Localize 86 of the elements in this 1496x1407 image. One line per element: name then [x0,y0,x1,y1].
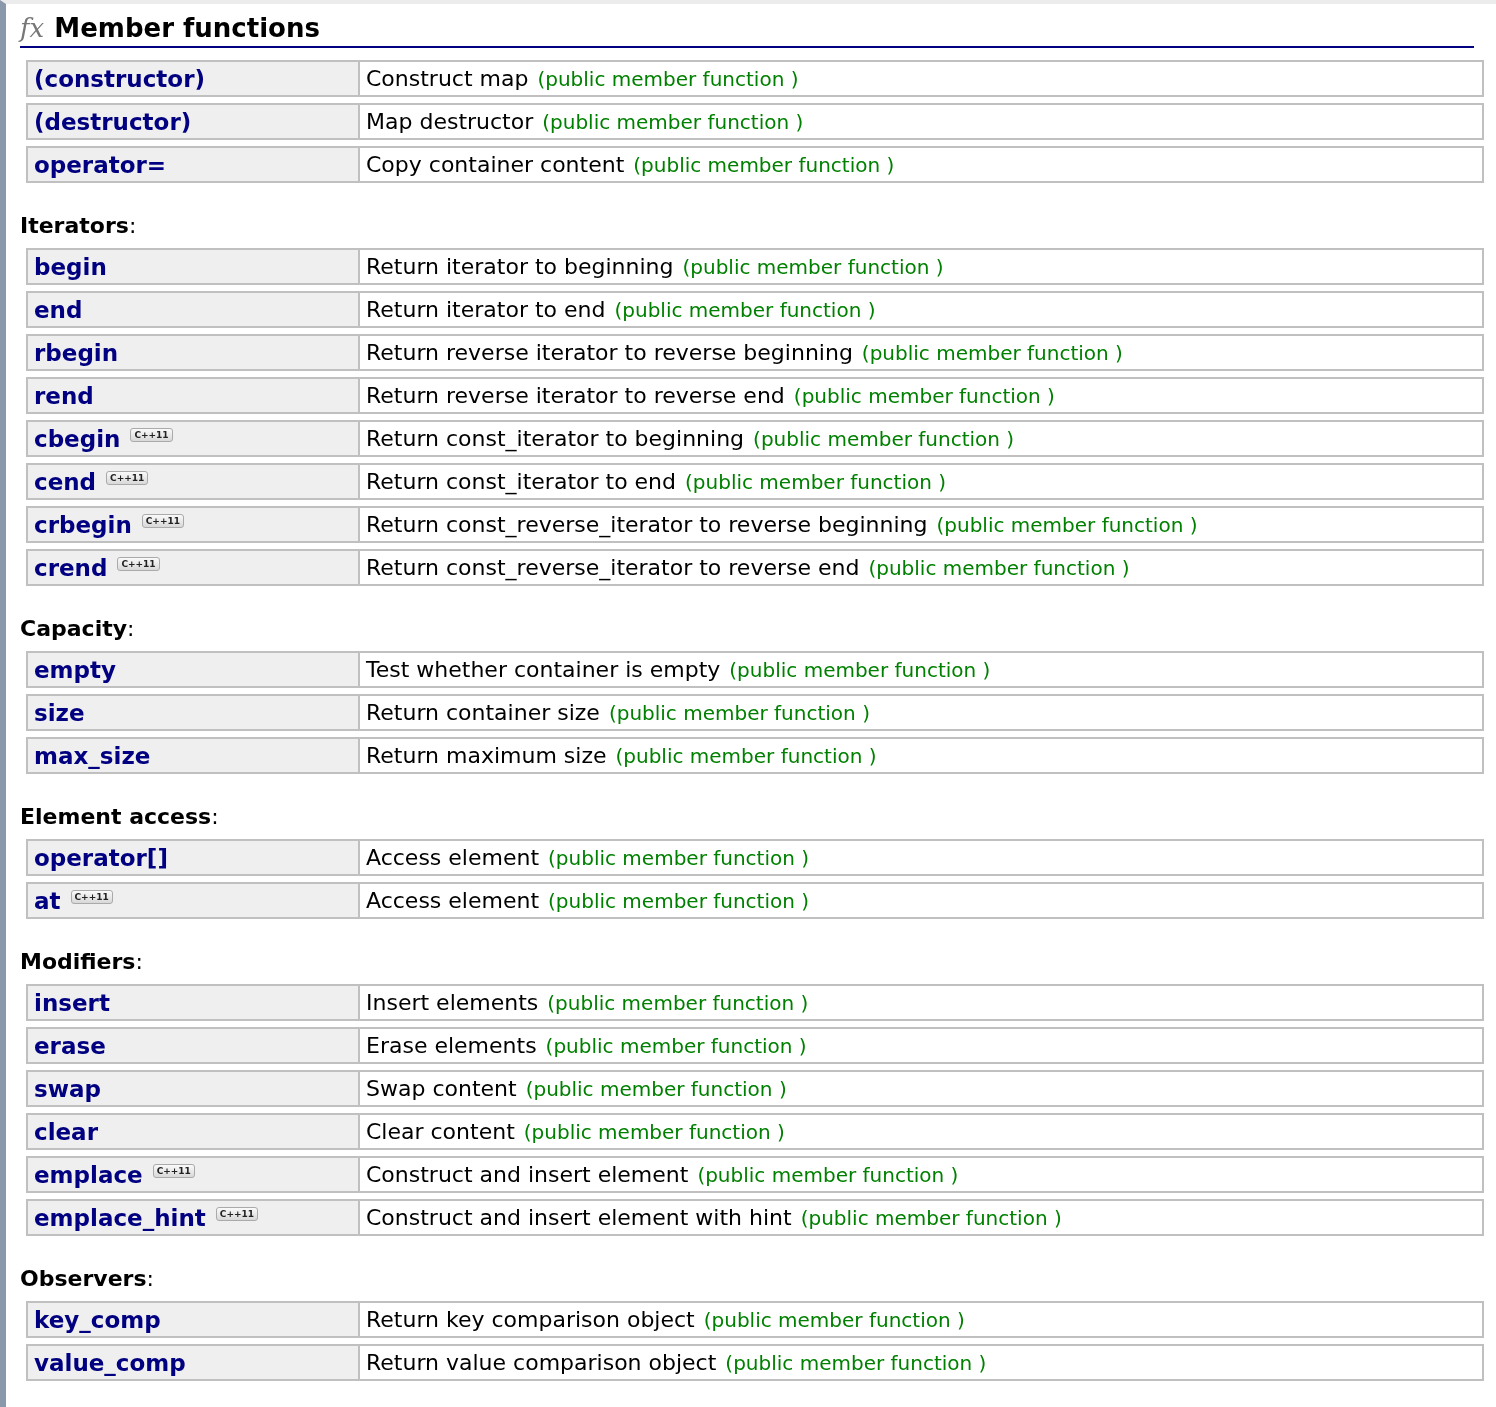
member-type-note: (public member function ) [633,152,895,177]
function-link[interactable]: crend [34,554,108,581]
member-type-note: (public member function ) [753,426,1015,451]
function-link[interactable]: value_comp [34,1349,186,1376]
member-type-note: (public member function ) [548,888,810,913]
version-badge: C++11 [117,556,160,571]
version-badge: C++11 [70,889,113,904]
member-type-note: (public member function ) [703,1307,965,1332]
function-description: Construct and insert element [366,1162,689,1187]
function-description: Return maximum size [366,743,607,768]
member-type-note: (public member function ) [697,1162,959,1187]
function-link[interactable]: cbegin [34,425,121,452]
member-type-note: (public member function ) [525,1076,787,1101]
function-link[interactable]: begin [34,253,107,280]
member-type-note: (public member function ) [936,512,1198,537]
function-description: Construct map [366,66,529,91]
member-type-note: (public member function ) [682,254,944,279]
member-type-note: (public member function ) [868,555,1130,580]
function-link[interactable]: max_size [34,742,151,769]
function-description: Return container size [366,700,600,725]
function-link[interactable]: at [34,887,61,914]
group-heading: Iterators: [20,213,138,239]
function-link[interactable]: operator= [34,151,167,178]
member-type-note: (public member function ) [725,1350,987,1375]
function-description: Return const_iterator to end [366,469,677,494]
function-description: Return const_reverse_iterator to reverse beginning [366,512,928,537]
version-badge: C++11 [152,1163,195,1178]
version-badge: C++11 [106,470,149,485]
function-description: Return reverse iterator to reverse beginning [366,340,853,365]
function-description: Construct and insert element with hint [366,1205,792,1230]
member-type-note: (public member function ) [548,845,810,870]
version-badge: C++11 [141,513,184,528]
function-link[interactable]: size [34,699,85,726]
member-type-note: (public member function ) [547,990,809,1015]
function-link[interactable]: cend [34,468,97,495]
function-link[interactable]: (constructor) [34,65,205,92]
function-description: Insert elements [366,990,539,1015]
function-description: Return reverse iterator to reverse end [366,383,785,408]
function-description: Swap content [366,1076,517,1101]
group-heading: Element access: [20,804,220,830]
function-link[interactable]: emplace_hint [34,1204,206,1231]
member-type-note: (public member function ) [523,1119,785,1144]
function-link[interactable]: rend [34,382,94,409]
member-type-note: (public member function ) [861,340,1123,365]
member-type-note: (public member function ) [542,109,804,134]
function-description: Clear content [366,1119,515,1144]
group-heading: Capacity: [20,616,136,642]
function-link[interactable]: crbegin [34,511,132,538]
function-link[interactable]: rbegin [34,339,119,366]
member-type-note: (public member function ) [537,66,799,91]
function-link[interactable]: erase [34,1032,106,1059]
version-badge: C++11 [215,1206,258,1221]
function-description: Test whether container is empty [366,657,721,682]
function-description: Return value comparison object [366,1350,717,1375]
function-description: Return key comparison object [366,1307,695,1332]
function-link[interactable]: swap [34,1075,101,1102]
function-link[interactable]: clear [34,1118,98,1145]
member-type-note: (public member function ) [614,297,876,322]
function-description: Erase elements [366,1033,537,1058]
member-type-note: (public member function ) [793,383,1055,408]
function-link[interactable]: emplace [34,1161,143,1188]
member-type-note: (public member function ) [729,657,991,682]
function-link[interactable]: (destructor) [34,108,192,135]
function-link[interactable]: empty [34,656,117,683]
function-description: Return iterator to end [366,297,606,322]
function-link[interactable]: key_comp [34,1306,161,1333]
group-heading: Observers: [20,1266,155,1292]
function-description: Return const_iterator to beginning [366,426,745,451]
function-description: Map destructor [366,109,534,134]
member-type-note: (public member function ) [615,743,877,768]
function-link[interactable]: operator[] [34,844,168,871]
member-type-note: (public member function ) [800,1205,1062,1230]
function-description: Access element [366,845,540,870]
function-description: Return const_reverse_iterator to reverse end [366,555,860,580]
version-badge: C++11 [130,427,173,442]
function-link[interactable]: insert [34,989,110,1016]
member-type-note: (public member function ) [685,469,947,494]
function-description: Copy container content [366,152,625,177]
member-type-note: (public member function ) [545,1033,807,1058]
group-heading: Modifiers: [20,949,144,975]
function-link[interactable]: end [34,296,83,323]
function-description: Return iterator to beginning [366,254,674,279]
section-title: Member functions [54,13,320,43]
function-description: Access element [366,888,540,913]
member-type-note: (public member function ) [608,700,870,725]
function-symbol: fx [20,13,45,43]
